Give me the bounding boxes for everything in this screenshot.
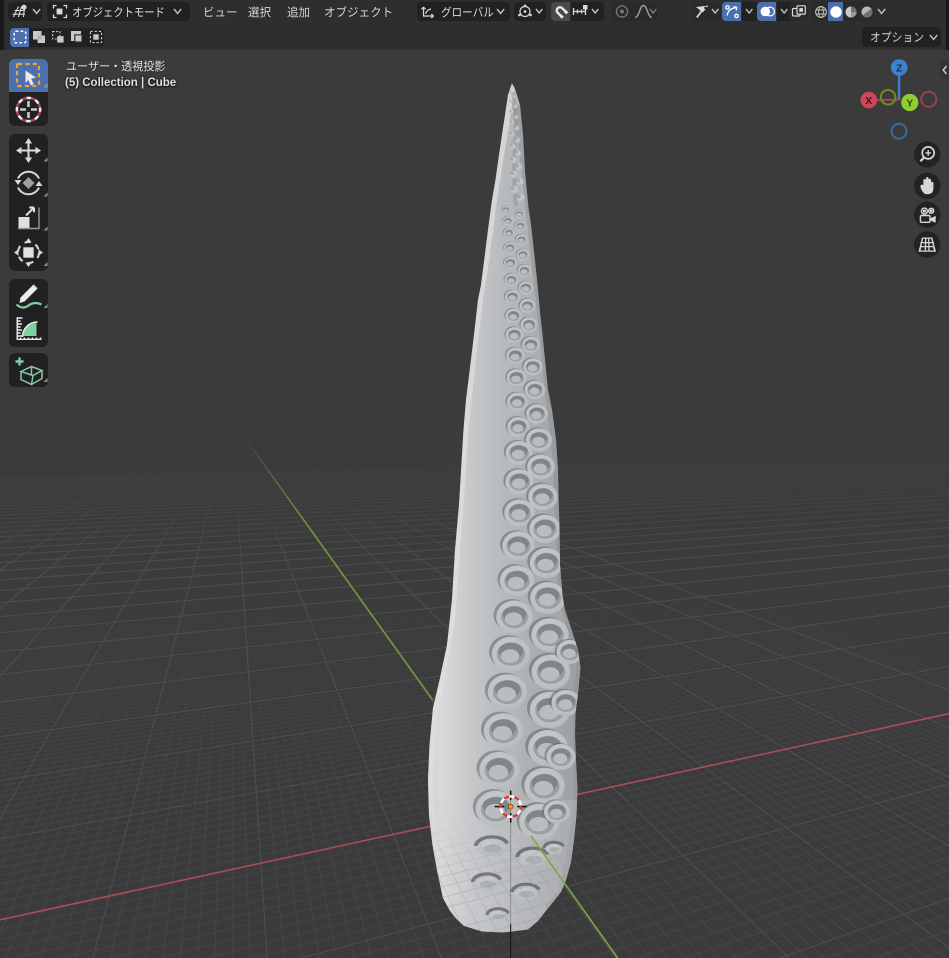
- svg-text:Y: Y: [906, 98, 913, 110]
- svg-text:Z: Z: [896, 63, 903, 75]
- svg-text:X: X: [865, 95, 872, 107]
